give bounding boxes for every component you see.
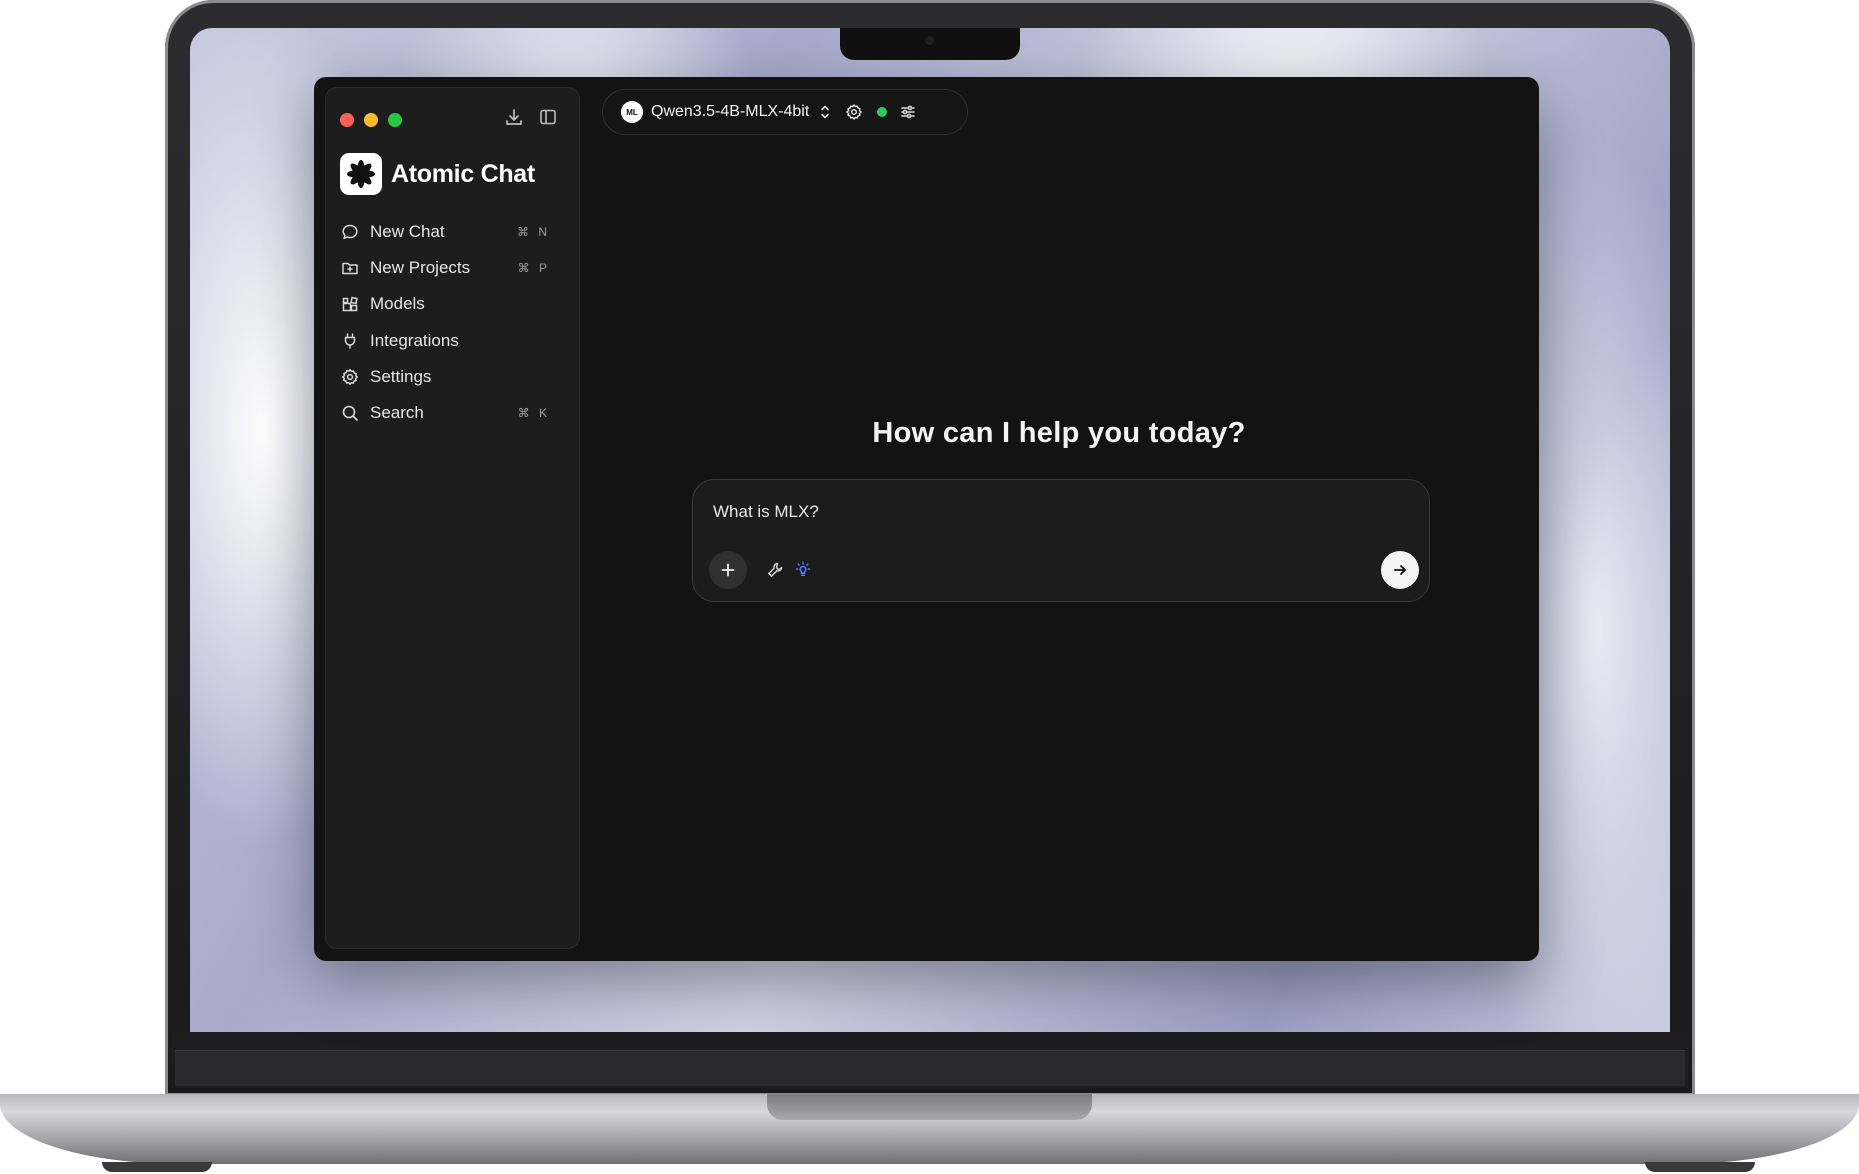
model-status-dot (877, 107, 888, 117)
shortcut-hint: ⌘ P (517, 261, 550, 275)
asterisk-flower-icon (340, 153, 382, 195)
camera-notch (840, 28, 1020, 60)
brand: Atomic Chat (340, 153, 535, 195)
laptop-foot-left (102, 1162, 212, 1172)
plug-icon (340, 331, 360, 351)
laptop-foot-right (1645, 1162, 1755, 1172)
zoom-window-button[interactable] (388, 113, 402, 127)
message-input[interactable]: What is MLX? (713, 502, 819, 522)
nav-label: New Chat (370, 222, 445, 241)
minimize-window-button[interactable] (364, 113, 378, 127)
close-window-button[interactable] (340, 113, 354, 127)
lightbulb-icon[interactable] (791, 558, 815, 582)
nav-label: New Projects (370, 258, 471, 277)
folder-plus-icon (340, 258, 360, 278)
nav-models[interactable]: Models (340, 287, 566, 321)
laptop-chin-edge (175, 1050, 1685, 1086)
nav-new-projects[interactable]: New Projects ⌘ P (340, 251, 566, 285)
chevron-up-down-icon[interactable] (819, 103, 831, 121)
nav-label: Settings (370, 367, 432, 386)
add-attachment-button[interactable] (709, 551, 747, 589)
send-button[interactable] (1381, 551, 1419, 589)
sidebar: Atomic Chat New Chat ⌘ N New Projects ⌘ … (325, 87, 580, 949)
laptop-hinge (767, 1094, 1092, 1120)
sidebar-toggle-icon[interactable] (535, 104, 561, 130)
page-title: How can I help you today? (872, 417, 1246, 449)
model-settings-gear-icon[interactable] (845, 103, 863, 121)
grid-blocks-icon (340, 294, 360, 314)
nav-settings[interactable]: Settings (340, 360, 566, 394)
app-window: Atomic Chat New Chat ⌘ N New Projects ⌘ … (314, 77, 1539, 961)
message-composer[interactable]: What is MLX? (692, 479, 1430, 602)
nav-label: Integrations (370, 331, 459, 350)
brand-name: Atomic Chat (391, 159, 535, 188)
shortcut-hint: ⌘ N (517, 225, 550, 239)
sliders-icon[interactable] (899, 103, 917, 121)
wrench-icon[interactable] (763, 558, 787, 582)
gear-icon (340, 367, 360, 387)
model-name: Qwen3.5-4B-MLX-4bit (651, 103, 810, 120)
nav-integrations[interactable]: Integrations (340, 324, 566, 358)
provider-badge: ML (621, 101, 643, 123)
chat-bubble-icon (340, 222, 360, 242)
nav-new-chat[interactable]: New Chat ⌘ N (340, 215, 566, 249)
model-selector[interactable]: ML Qwen3.5-4B-MLX-4bit (602, 89, 968, 135)
download-icon[interactable] (501, 104, 527, 130)
nav-label: Models (370, 294, 425, 313)
